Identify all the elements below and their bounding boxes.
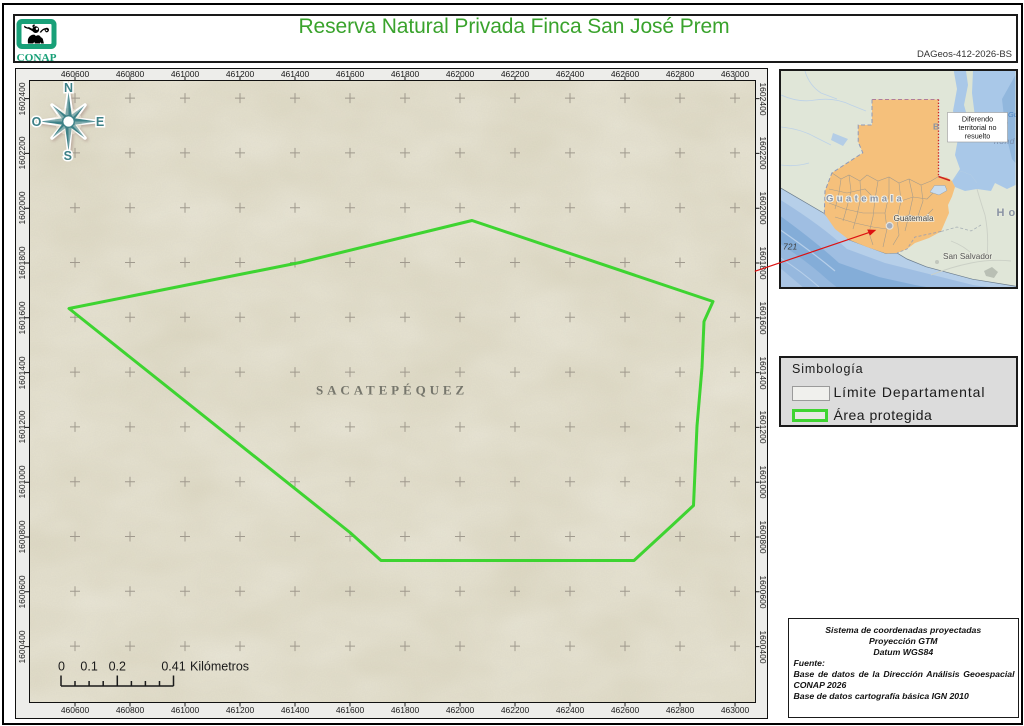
svg-text:B: B — [933, 121, 939, 131]
svg-text:Ho: Ho — [997, 207, 1016, 219]
svg-text:Guatemala: Guatemala — [826, 193, 905, 204]
svg-text:Gu: Gu — [1008, 110, 1016, 119]
svg-text:Guatemala: Guatemala — [894, 214, 934, 223]
svg-text:721: 721 — [783, 241, 797, 251]
svg-text:San Salvador: San Salvador — [943, 252, 992, 261]
svg-text:resuelto: resuelto — [965, 131, 991, 140]
